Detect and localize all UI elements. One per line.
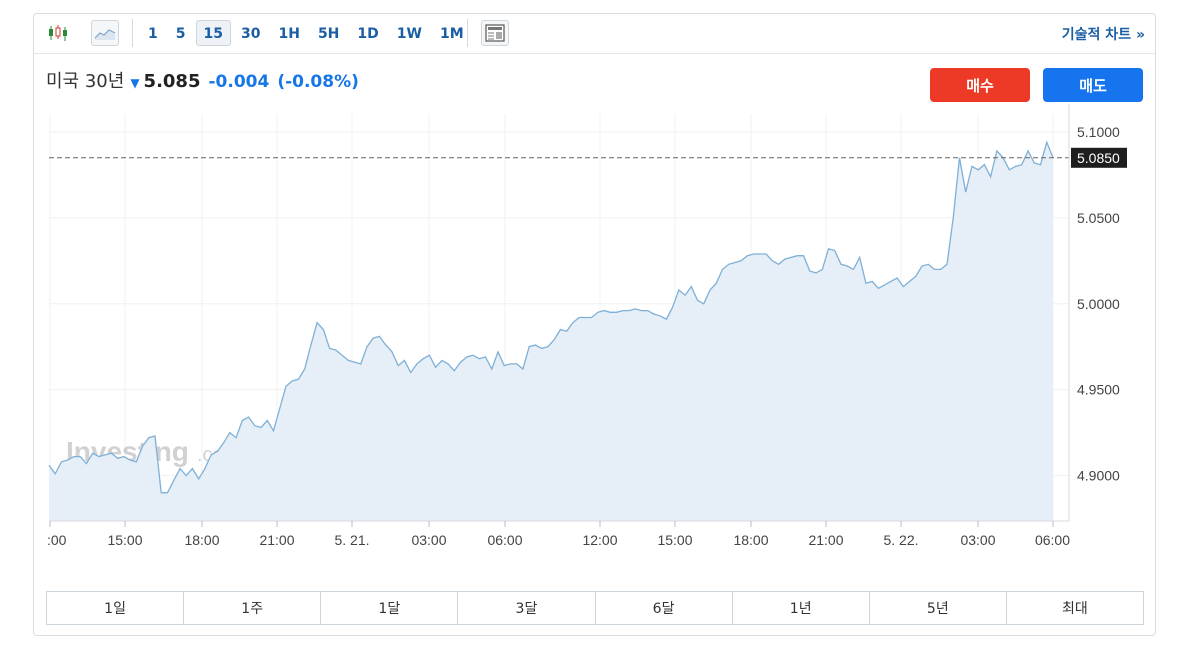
- current-price-marker: 5.0850: [1071, 147, 1127, 168]
- x-tick-label: 15:00: [657, 532, 692, 548]
- x-tick-label: 06:00: [1035, 532, 1070, 548]
- x-tick-label: 03:00: [960, 532, 995, 548]
- range-1d[interactable]: 1일: [47, 592, 185, 624]
- range-max[interactable]: 최대: [1007, 592, 1143, 624]
- y-tick-label: 5.0500: [1077, 210, 1120, 226]
- range-1y[interactable]: 1년: [733, 592, 870, 624]
- x-axis: :00 15:00 18:00 21:00 5. 21. 03:00 06:00 12:00 1…: [47, 520, 1070, 548]
- x-tick-label: 03:00: [411, 532, 446, 548]
- price-chart[interactable]: Investing .com 5.10005.05005.00004.95004…: [34, 14, 1155, 584]
- x-tick-label: 5. 21.: [334, 532, 369, 548]
- x-tick-label: 21:00: [808, 532, 843, 548]
- y-tick-label: 4.9000: [1077, 467, 1120, 483]
- y-tick-label: 5.1000: [1077, 124, 1120, 140]
- range-5y[interactable]: 5년: [870, 592, 1007, 624]
- x-tick-label: 18:00: [184, 532, 219, 548]
- x-tick-label: 18:00: [733, 532, 768, 548]
- y-tick-label: 4.9500: [1077, 382, 1120, 398]
- chart-widget: 1 5 15 30 1H 5H 1D 1W 1M 기술적 차트 » 미국 30년…: [33, 13, 1156, 636]
- range-6m[interactable]: 6달: [596, 592, 733, 624]
- x-tick-label: 12:00: [582, 532, 617, 548]
- range-1w[interactable]: 1주: [184, 592, 322, 624]
- x-tick-label: :00: [47, 532, 67, 548]
- range-selector: 1일 1주 1달 3달 6달 1년 5년 최대: [46, 591, 1144, 625]
- x-tick-label: 21:00: [259, 532, 294, 548]
- x-tick-label: 5. 22.: [883, 532, 918, 548]
- current-price-label: 5.0850: [1077, 150, 1120, 166]
- y-tick-label: 5.0000: [1077, 296, 1120, 312]
- x-tick-label: 06:00: [487, 532, 522, 548]
- range-1m[interactable]: 1달: [321, 592, 459, 624]
- x-tick-label: 15:00: [107, 532, 142, 548]
- range-3m[interactable]: 3달: [458, 592, 596, 624]
